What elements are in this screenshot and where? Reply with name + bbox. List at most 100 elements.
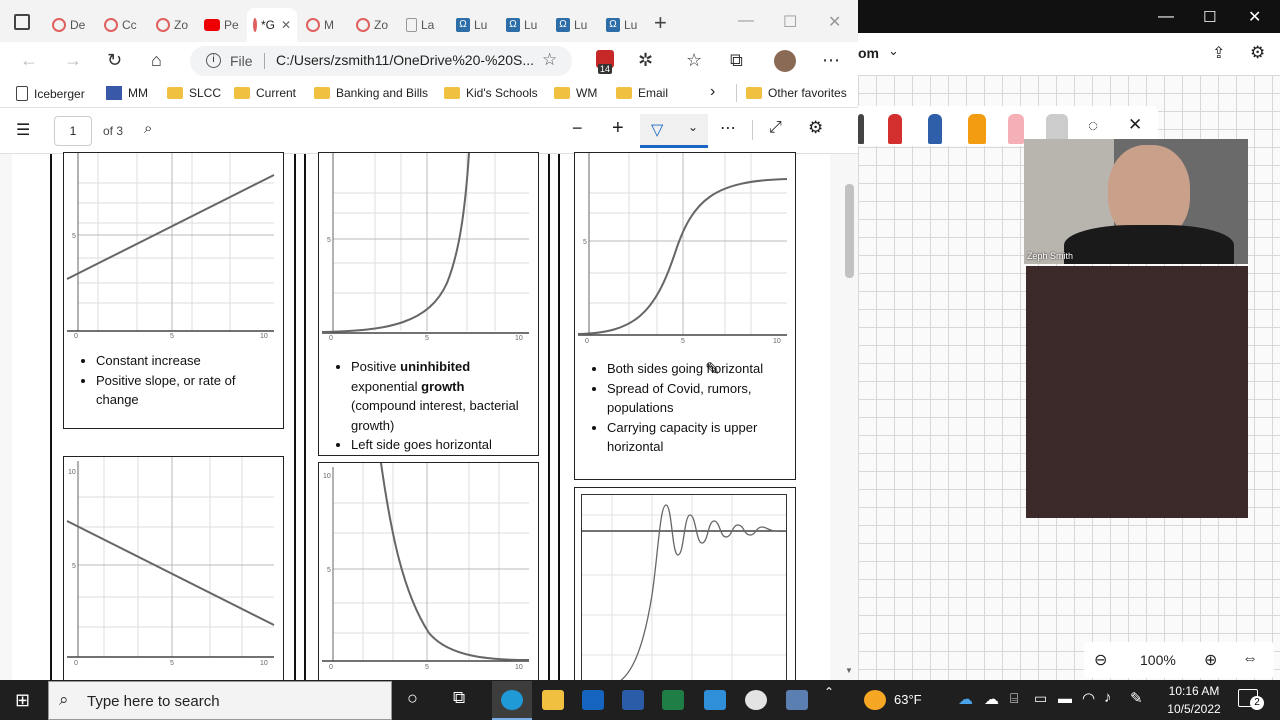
fav-email[interactable]: Email bbox=[616, 86, 668, 100]
pen-black-icon[interactable] bbox=[858, 114, 864, 144]
collections-icon[interactable]: ⧉ bbox=[730, 50, 743, 71]
tab-6[interactable]: M bbox=[300, 10, 340, 40]
extensions-icon[interactable]: ✲ bbox=[638, 50, 653, 71]
taskbar-search[interactable]: ⌕ Type here to search bbox=[48, 681, 392, 720]
home-icon[interactable]: ⌂ bbox=[151, 50, 162, 71]
close-window-icon[interactable]: ✕ bbox=[1248, 7, 1261, 27]
scrollbar[interactable]: ▼ bbox=[842, 154, 856, 680]
fit-screen-icon[interactable]: ⇔ bbox=[1242, 650, 1258, 668]
exponential-curve bbox=[321, 153, 470, 333]
pen-blue-icon[interactable] bbox=[928, 114, 942, 144]
scroll-down-icon[interactable]: ▼ bbox=[845, 666, 853, 675]
more-tools-icon[interactable]: ⋯ bbox=[720, 118, 736, 138]
windows-start-icon[interactable]: ⊞ bbox=[15, 690, 30, 711]
tab-actions-icon[interactable] bbox=[14, 14, 30, 30]
whiteboard-title[interactable]: om bbox=[858, 45, 879, 61]
fav-current[interactable]: Current bbox=[234, 86, 296, 100]
back-icon[interactable]: ← bbox=[20, 50, 38, 71]
tab-1[interactable]: De bbox=[46, 10, 91, 40]
tab-12[interactable]: Ω Lu bbox=[600, 10, 643, 40]
page-number-input[interactable]: 1 bbox=[54, 116, 92, 146]
device-icon[interactable]: ▭ bbox=[1034, 690, 1047, 707]
file-explorer-icon[interactable] bbox=[542, 690, 564, 710]
fav-slcc[interactable]: SLCC bbox=[167, 86, 221, 100]
zoom-out-icon[interactable]: ⊖ bbox=[1094, 650, 1107, 670]
volume-icon[interactable]: ♪ bbox=[1104, 689, 1112, 706]
forward-icon[interactable]: → bbox=[64, 50, 82, 71]
settings-gear-icon[interactable]: ⚙ bbox=[1250, 43, 1265, 63]
cortana-icon[interactable]: ○ bbox=[407, 688, 418, 709]
battery-icon[interactable]: ▬ bbox=[1058, 690, 1072, 706]
fav-iceberger[interactable]: Iceberger bbox=[16, 86, 85, 101]
lasso-icon[interactable]: ◌ bbox=[1088, 116, 1098, 136]
zoom-in-icon[interactable]: ⊕ bbox=[1204, 650, 1217, 670]
maximize-icon[interactable]: ☐ bbox=[1203, 8, 1216, 26]
chevron-right-icon[interactable]: › bbox=[710, 83, 715, 101]
contents-icon[interactable]: ☰ bbox=[16, 120, 30, 140]
cloud-icon[interactable]: ☁ bbox=[984, 690, 999, 708]
share-icon[interactable]: ⇪ bbox=[1212, 43, 1225, 63]
clock-time[interactable]: 10:16 AM bbox=[1166, 684, 1222, 698]
highlighter-orange-icon[interactable] bbox=[968, 114, 986, 144]
excel-icon[interactable] bbox=[662, 690, 684, 710]
draw-icon[interactable]: ▽ bbox=[651, 120, 663, 140]
paint-icon[interactable] bbox=[745, 690, 767, 710]
edge-icon[interactable] bbox=[501, 690, 523, 710]
pen-red-icon[interactable] bbox=[888, 114, 902, 144]
maximize-icon[interactable]: ☐ bbox=[783, 12, 797, 32]
onedrive-icon[interactable]: ☁ bbox=[958, 690, 973, 708]
tab-10[interactable]: Ω Lu bbox=[500, 10, 543, 40]
wifi-icon[interactable]: ◠ bbox=[1082, 689, 1095, 707]
tab-9[interactable]: Ω Lu bbox=[450, 10, 493, 40]
svg-text:0: 0 bbox=[585, 338, 589, 345]
add-favorite-icon[interactable]: ☆ bbox=[542, 50, 557, 70]
tab-5-active[interactable]: *G ✕ bbox=[247, 8, 297, 42]
weather-temp[interactable]: 63°F bbox=[894, 692, 922, 707]
pen-workspace-icon[interactable]: ✎ bbox=[1130, 689, 1143, 707]
new-tab-icon[interactable]: + bbox=[654, 10, 667, 36]
tab-8[interactable]: La bbox=[400, 10, 440, 40]
clock-date[interactable]: 10/5/2022 bbox=[1162, 702, 1226, 716]
zoom-out-icon[interactable]: − bbox=[572, 118, 583, 139]
settings-gear-icon[interactable]: ⚙ bbox=[808, 118, 823, 138]
chevron-down-icon[interactable]: ⌄ bbox=[688, 120, 698, 134]
chevron-down-icon[interactable]: ⌄ bbox=[888, 43, 899, 59]
network-status-icon[interactable]: ⌸ bbox=[1010, 690, 1018, 707]
outlook-icon[interactable] bbox=[582, 690, 604, 710]
whiteboard-app-icon[interactable] bbox=[704, 690, 726, 710]
pdf-viewport[interactable]: 5 0 5 10 Constant increase Positive slop… bbox=[0, 152, 858, 686]
avatar[interactable] bbox=[774, 50, 796, 72]
search-icon[interactable]: ⌕ bbox=[144, 120, 152, 137]
folder-icon bbox=[444, 87, 460, 99]
close-tab-icon[interactable]: ✕ bbox=[281, 18, 291, 32]
info-icon[interactable]: i bbox=[206, 53, 221, 68]
weather-sun-icon[interactable] bbox=[864, 690, 886, 710]
word-icon[interactable] bbox=[622, 690, 644, 710]
expand-icon[interactable]: ⤢ bbox=[769, 119, 782, 137]
chevron-up-icon[interactable]: ⌃ bbox=[824, 685, 834, 699]
minimize-icon[interactable]: — bbox=[1158, 8, 1174, 26]
zoom-in-icon[interactable]: + bbox=[612, 117, 624, 140]
tab-7[interactable]: Zo bbox=[350, 10, 394, 40]
scrollbar-thumb[interactable] bbox=[845, 184, 854, 278]
close-window-icon[interactable]: ✕ bbox=[828, 12, 841, 32]
fav-banking[interactable]: Banking and Bills bbox=[314, 86, 428, 100]
tab-2[interactable]: Cc bbox=[98, 10, 143, 40]
url-text[interactable]: C:/Users/zsmith11/OneDrive%20-%20S... bbox=[276, 52, 534, 68]
eraser-icon[interactable] bbox=[1008, 114, 1024, 144]
minimize-icon[interactable]: — bbox=[738, 12, 754, 30]
task-view-icon[interactable]: ⧉ bbox=[453, 688, 465, 708]
fav-mm[interactable]: MM bbox=[106, 86, 148, 100]
favorites-icon[interactable]: ☆ bbox=[686, 50, 702, 71]
snipping-tool-icon[interactable] bbox=[786, 690, 808, 710]
address-bar[interactable]: i File C:/Users/zsmith11/OneDrive%20-%20… bbox=[190, 46, 572, 76]
fav-wm[interactable]: WM bbox=[554, 86, 597, 100]
tab-3[interactable]: Zo bbox=[150, 10, 194, 40]
fav-kids-schools[interactable]: Kid's Schools bbox=[444, 86, 538, 100]
close-toolbar-icon[interactable]: ✕ bbox=[1128, 115, 1142, 135]
fav-other[interactable]: Other favorites bbox=[746, 86, 847, 100]
tab-11[interactable]: Ω Lu bbox=[550, 10, 593, 40]
refresh-icon[interactable]: ↻ bbox=[107, 50, 122, 71]
more-menu-icon[interactable]: ⋯ bbox=[822, 50, 840, 71]
tab-4[interactable]: Pe bbox=[198, 10, 245, 40]
